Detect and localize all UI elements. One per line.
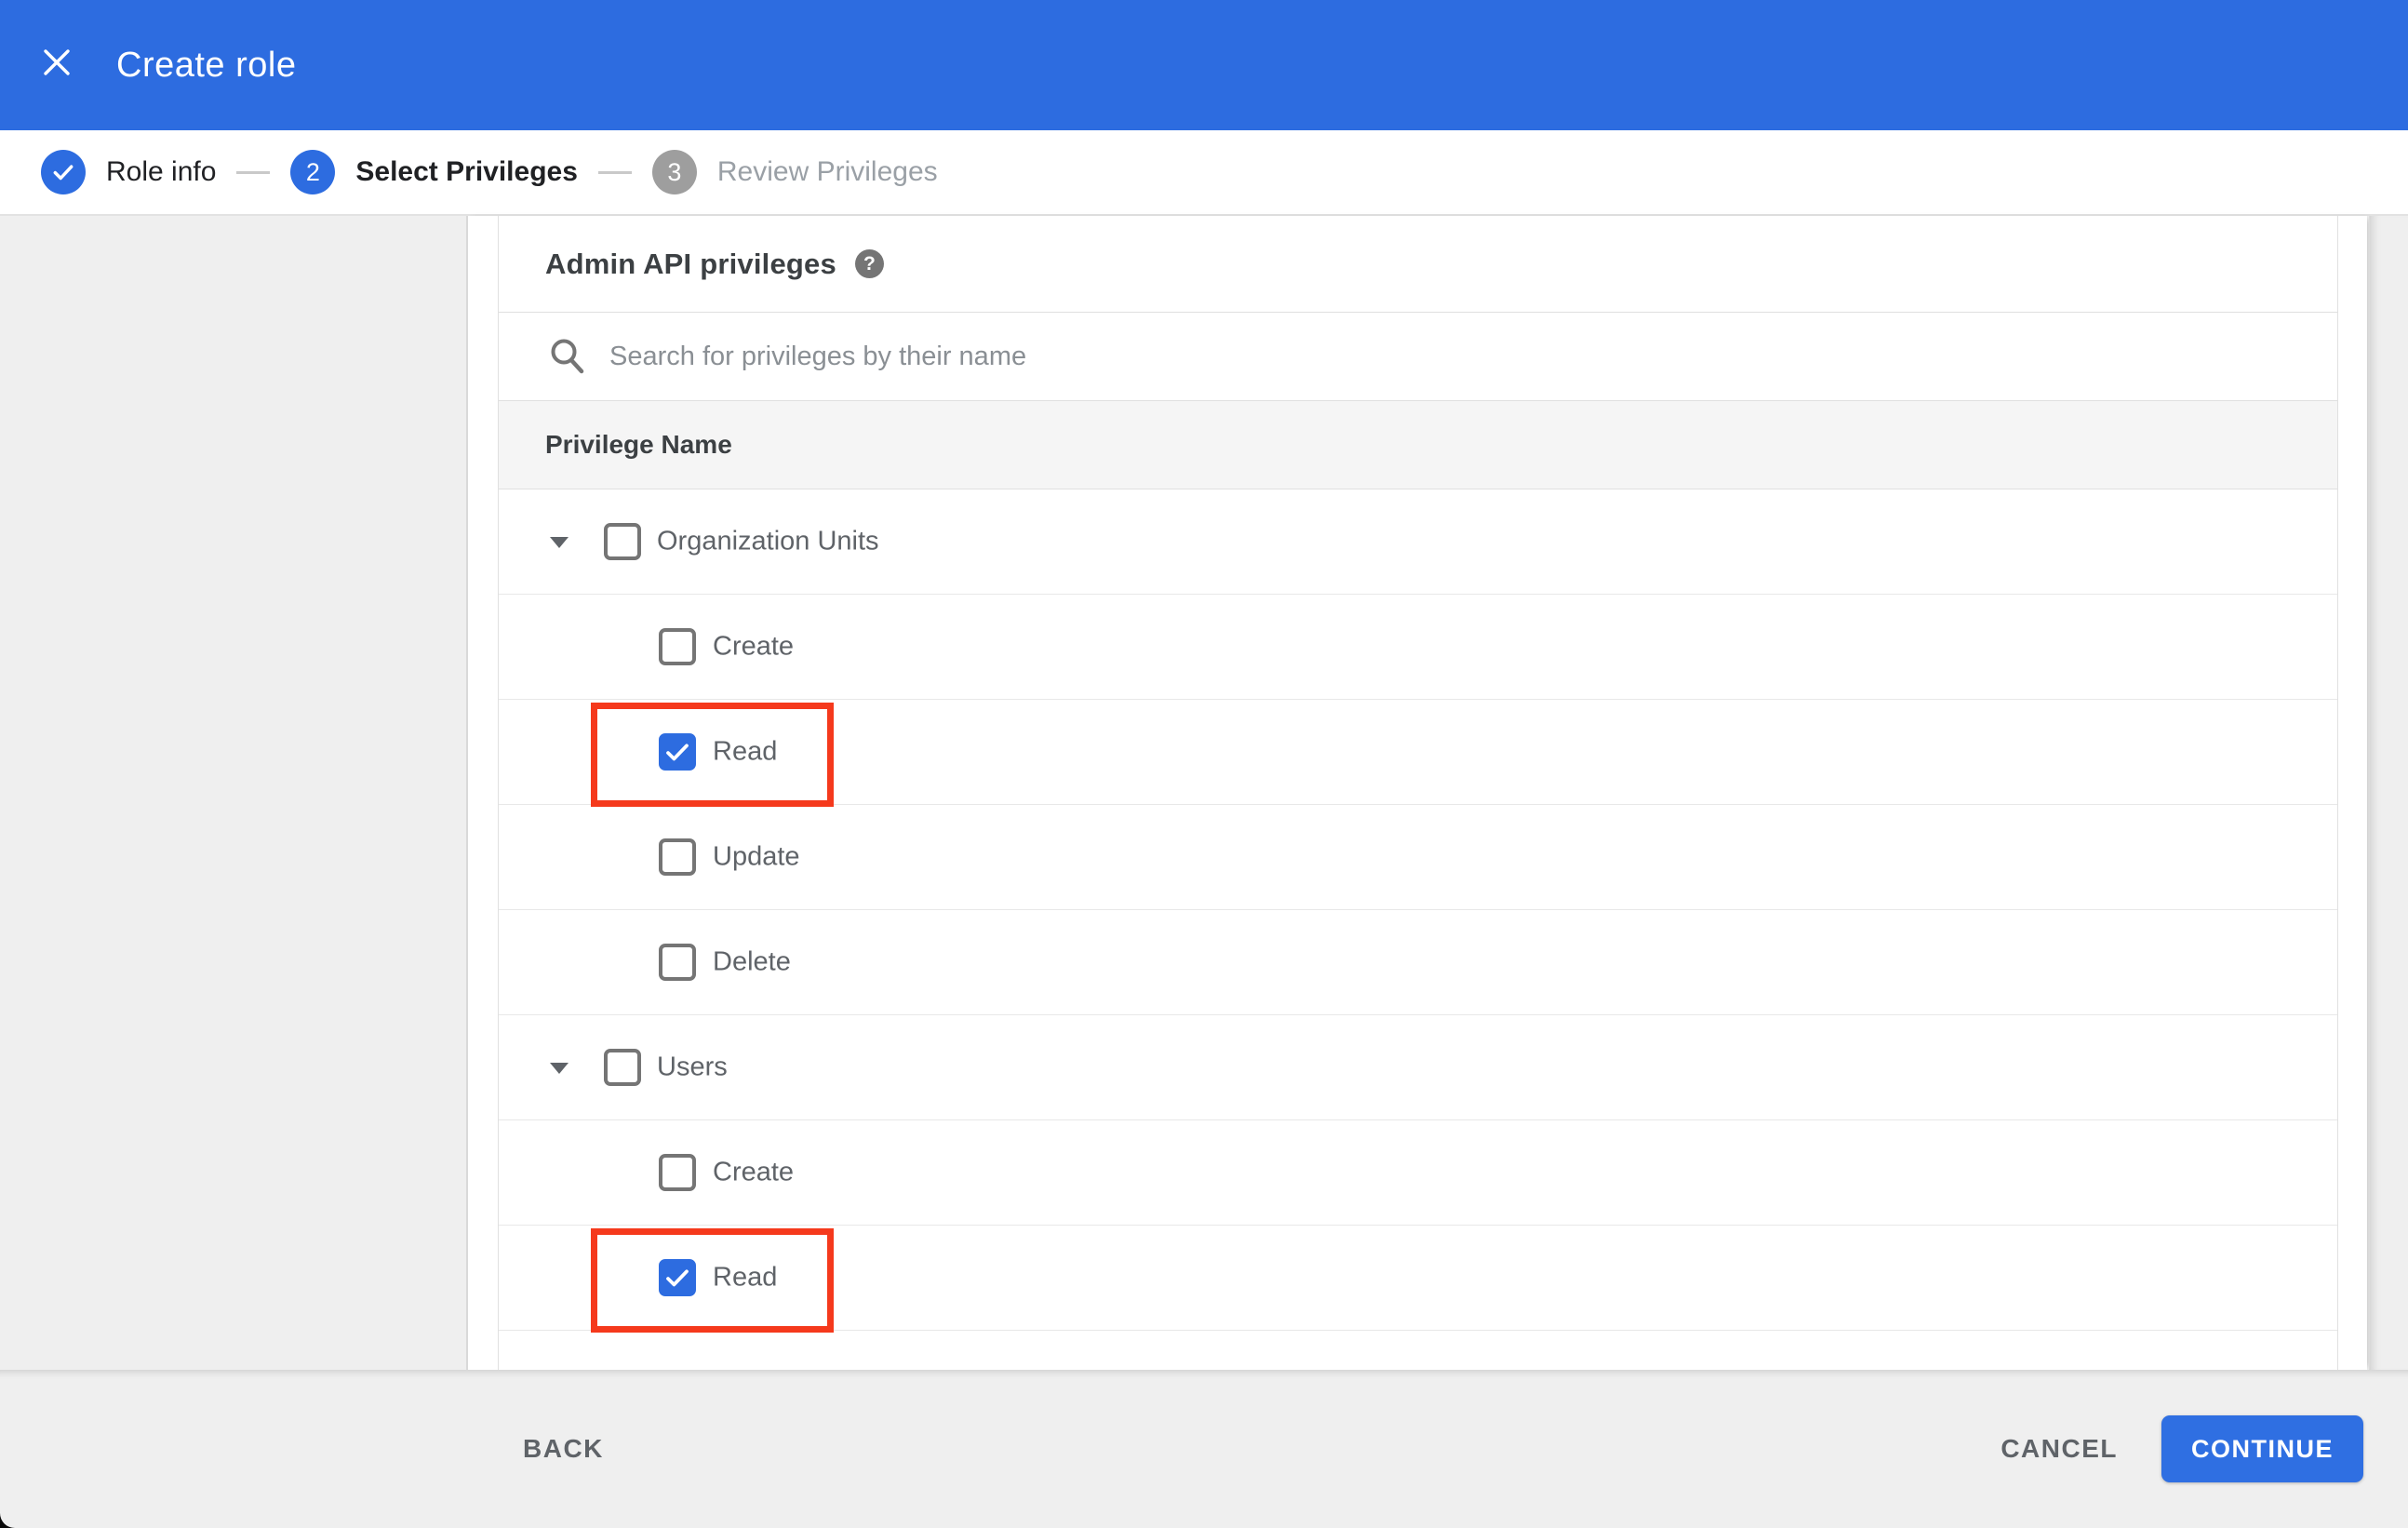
privilege-row-users: Users [499, 1015, 2337, 1120]
stepper: Role info 2 Select Privileges 3 Review Privi… [0, 130, 2408, 216]
footer-bar: BACK CANCEL CONTINUE [0, 1370, 2408, 1528]
search-icon [551, 339, 584, 374]
step-check-icon [41, 150, 86, 194]
search-input[interactable] [609, 341, 2337, 372]
privilege-row-update: Update [499, 805, 2337, 910]
search-row [499, 313, 2337, 401]
privilege-label: Organization Units [657, 526, 879, 556]
step-connector [236, 170, 271, 174]
step-label: Select Privileges [355, 156, 578, 187]
privilege-row-read: Read [499, 700, 2337, 807]
checkbox-create[interactable] [659, 628, 696, 665]
privilege-label: Update [713, 841, 800, 872]
privilege-label: Create [713, 1157, 795, 1187]
privilege-row-organization-units: Organization Units [499, 489, 2337, 595]
content-card: Admin API privileges ? Privilege Name Or… [466, 216, 2367, 1370]
stepper-item-review-privileges[interactable]: 3 Review Privileges [651, 150, 938, 194]
help-icon[interactable]: ? [854, 249, 884, 278]
privilege-row-read: Read [499, 1226, 2337, 1333]
privilege-label: Read [713, 1262, 778, 1293]
dialog-title: Create role [116, 46, 297, 85]
step-connector [597, 170, 632, 174]
section-title: Admin API privileges [545, 247, 836, 280]
privilege-label: Users [657, 1052, 728, 1082]
back-button[interactable]: BACK [501, 1415, 626, 1482]
checkbox-read-checked[interactable] [659, 733, 696, 771]
collapse-arrow-icon[interactable] [550, 537, 569, 548]
privilege-label: Delete [713, 946, 791, 977]
column-header-privilege-name: Privilege Name [545, 430, 732, 459]
step-label: Review Privileges [716, 156, 938, 187]
checkbox-read-checked[interactable] [659, 1259, 696, 1296]
stepper-item-select-privileges[interactable]: 2 Select Privileges [290, 150, 578, 194]
page-body: Admin API privileges ? Privilege Name Or… [0, 216, 2408, 1370]
privilege-row-create: Create [499, 1120, 2337, 1226]
privilege-label: Read [713, 736, 778, 767]
window-corner [0, 1513, 17, 1528]
cancel-button[interactable]: CANCEL [1978, 1415, 2140, 1482]
checkbox-users[interactable] [604, 1049, 641, 1086]
privilege-label: Create [713, 631, 795, 662]
continue-button[interactable]: CONTINUE [2161, 1415, 2363, 1482]
dialog-header: Create role [0, 0, 2408, 130]
checkbox-create[interactable] [659, 1154, 696, 1191]
step-number: 2 [290, 150, 336, 194]
close-icon [44, 49, 70, 75]
step-label: Role info [106, 156, 217, 187]
checkbox-organization-units[interactable] [604, 523, 641, 560]
privilege-rows: Organization Units Create Read Update Delete… [499, 489, 2337, 1333]
checkbox-update[interactable] [659, 838, 696, 876]
stepper-item-role-info[interactable]: Role info [41, 150, 216, 194]
checkbox-delete[interactable] [659, 944, 696, 981]
collapse-arrow-icon[interactable] [550, 1063, 569, 1074]
table-header-row: Privilege Name [499, 401, 2337, 489]
close-button[interactable] [35, 41, 78, 84]
privileges-table: Admin API privileges ? Privilege Name Or… [498, 216, 2338, 1370]
privilege-row-delete: Delete [499, 910, 2337, 1015]
section-heading-row: Admin API privileges ? [499, 216, 2337, 313]
step-number: 3 [651, 150, 697, 194]
privilege-row-create: Create [499, 595, 2337, 700]
scrollbar-gutter[interactable] [2369, 216, 2408, 1370]
